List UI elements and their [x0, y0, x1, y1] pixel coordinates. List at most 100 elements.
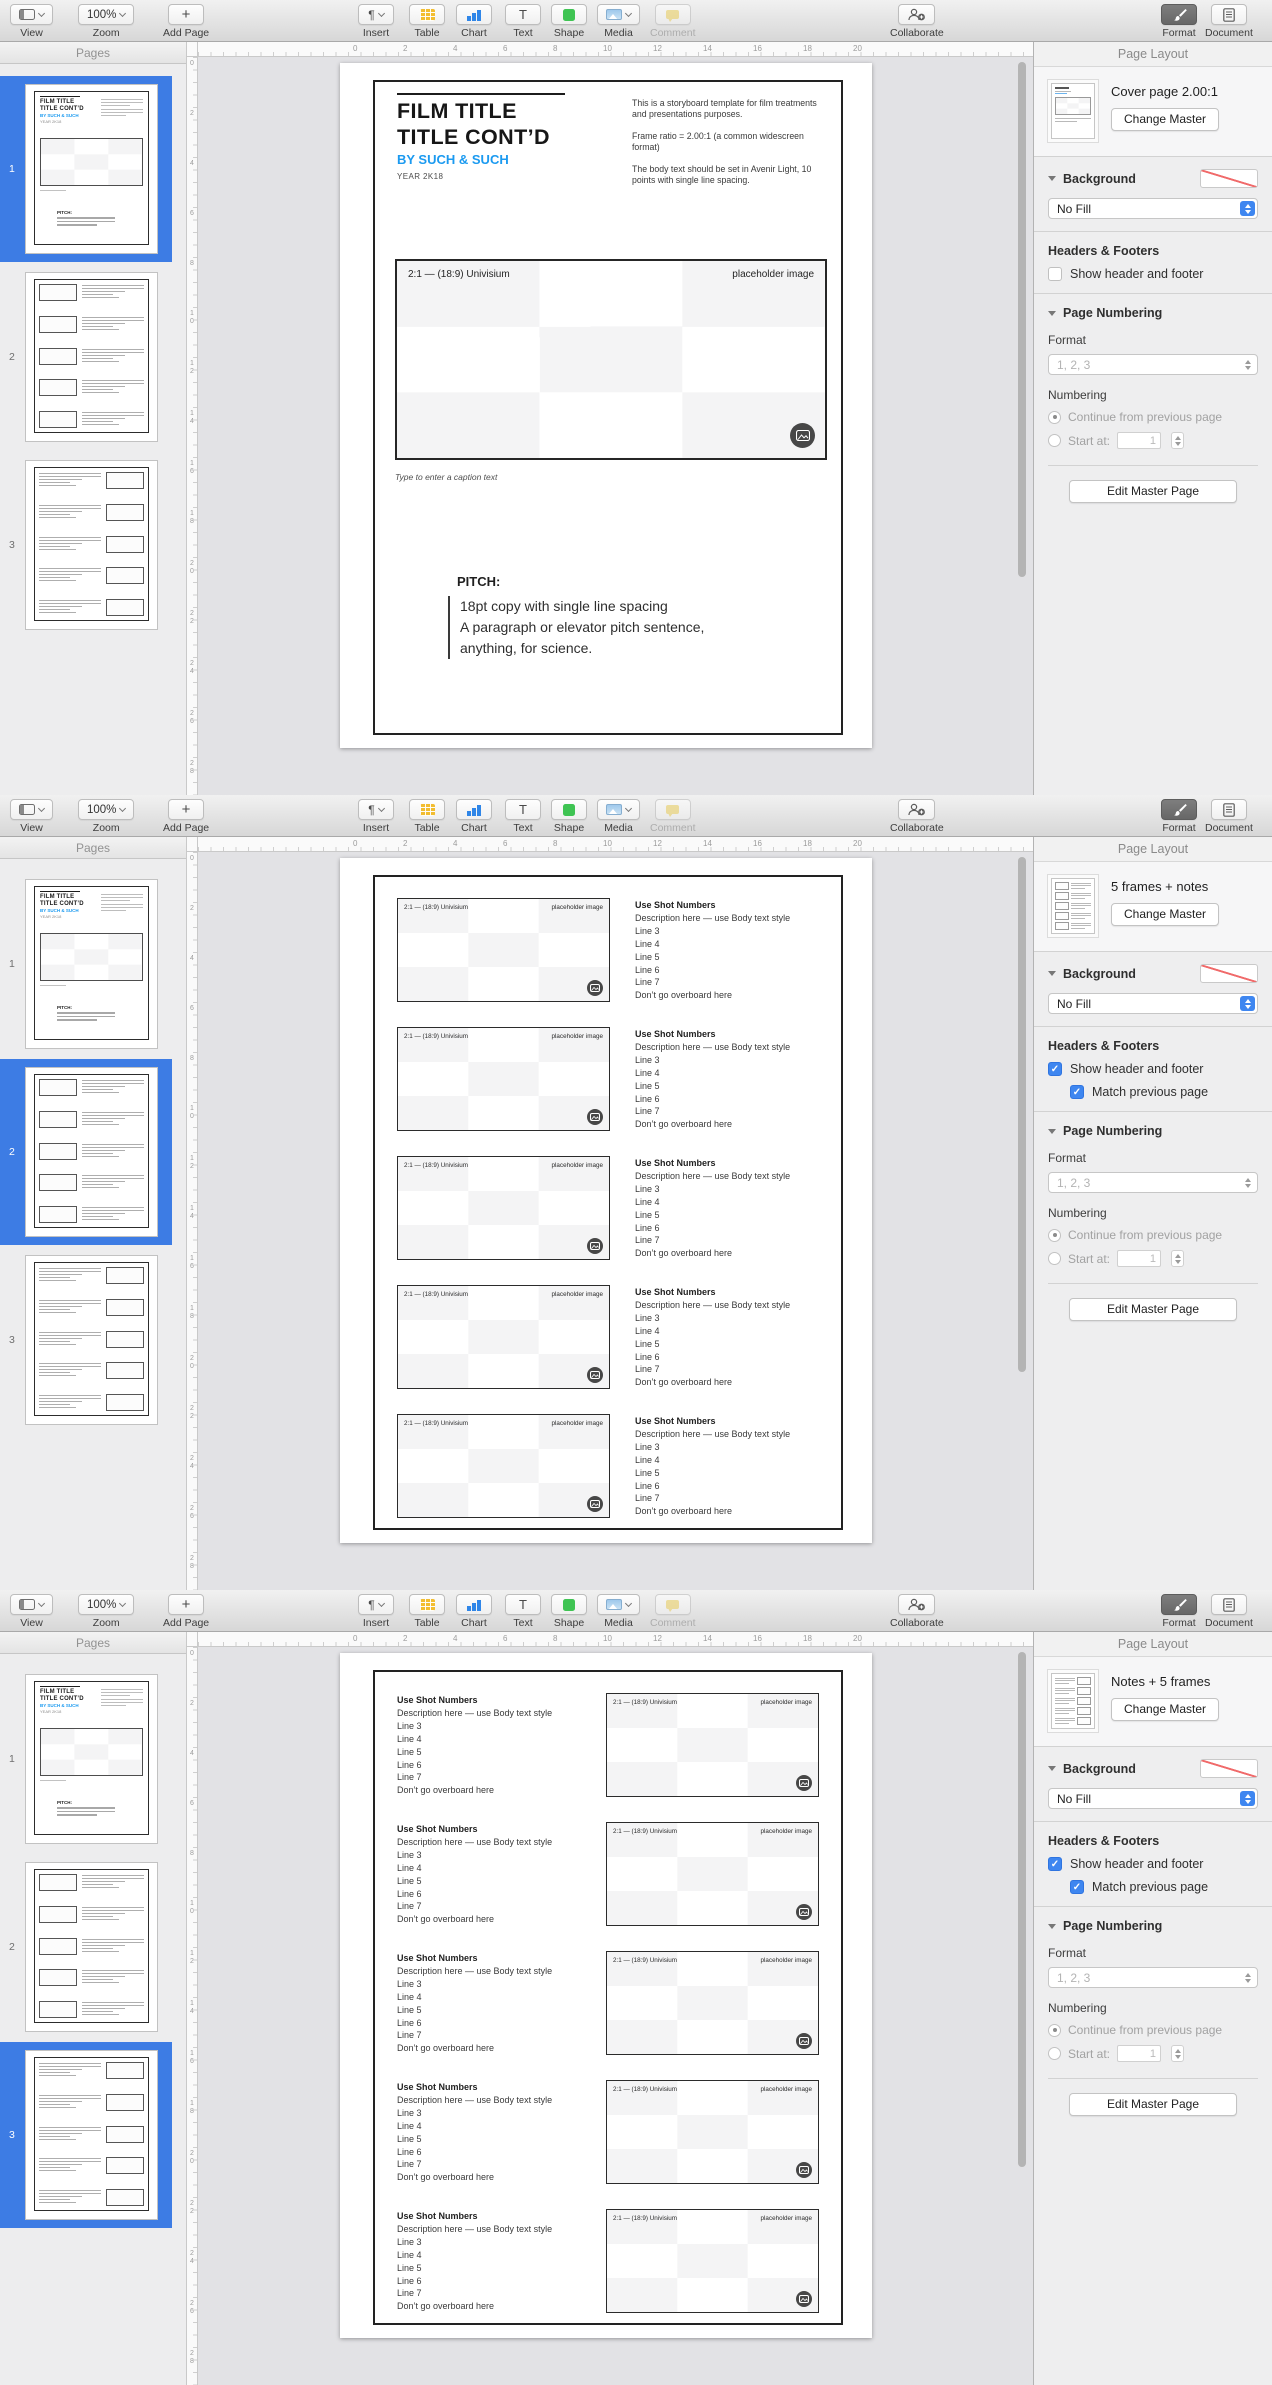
start-at-input[interactable]: 1	[1117, 432, 1162, 449]
media-button[interactable]: Media	[597, 4, 640, 39]
storyboard-frame-placeholder[interactable]: 2:1 — (18:9) Univisium placeholder image	[606, 2209, 819, 2313]
match-previous-row[interactable]: Match previous page	[1070, 1880, 1258, 1894]
media-placeholder-icon[interactable]	[796, 1904, 812, 1920]
media-placeholder-icon[interactable]	[790, 423, 815, 448]
film-title-text[interactable]: FILM TITLE TITLE CONT’D	[397, 98, 550, 150]
storyboard-frame-placeholder[interactable]: 2:1 — (18:9) Univisium placeholder image	[606, 1822, 819, 1926]
pitch-heading[interactable]: PITCH:	[457, 574, 500, 589]
storyboard-frame-placeholder[interactable]: 2:1 — (18:9) Univisium placeholder image	[397, 1027, 610, 1131]
show-header-row[interactable]: Show header and footer	[1048, 1857, 1258, 1871]
start-at-row[interactable]: Start at: 1	[1048, 2045, 1258, 2062]
page-thumbnail-1[interactable]: 1 FILM TITLE TITLE CONT’D BY SUCH & SUCH…	[0, 871, 172, 1057]
start-at-radio[interactable]	[1048, 434, 1061, 447]
chart-button[interactable]: Chart	[456, 4, 492, 39]
add-page-button[interactable]: + Add Page	[163, 4, 209, 39]
zoom-button[interactable]: 100% Zoom	[78, 4, 135, 39]
page-thumbnail-1[interactable]: 1 FILM TITLE TITLE CONT’D BY SUCH & SUCH…	[0, 1666, 172, 1852]
show-header-checkbox[interactable]	[1048, 1857, 1062, 1871]
vertical-scrollbar[interactable]	[1018, 857, 1026, 1372]
view-button[interactable]: View	[10, 799, 53, 834]
continue-radio[interactable]	[1048, 410, 1061, 424]
match-previous-row[interactable]: Match previous page	[1070, 1085, 1258, 1099]
storyboard-frame-placeholder[interactable]: 2:1 — (18:9) Univisium placeholder image	[397, 1414, 610, 1518]
media-placeholder-icon[interactable]	[587, 1496, 603, 1512]
background-fill-swatch[interactable]	[1200, 1759, 1258, 1778]
disclosure-triangle-icon[interactable]	[1048, 1128, 1056, 1134]
disclosure-triangle-icon[interactable]	[1048, 971, 1056, 976]
shot-notes-text[interactable]: Use Shot Numbers Description here — use …	[635, 1414, 819, 1518]
shot-notes-text[interactable]: Use Shot Numbers Description here — use …	[397, 1951, 606, 2055]
edit-master-page-button[interactable]: Edit Master Page	[1069, 2093, 1237, 2116]
media-button[interactable]: Media	[597, 1594, 640, 1629]
storyboard-frame-placeholder[interactable]: 2:1 — (18:9) Univisium placeholder image	[397, 898, 610, 1002]
media-placeholder-icon[interactable]	[587, 980, 603, 996]
format-button[interactable]: Format	[1161, 1594, 1197, 1629]
background-fill-swatch[interactable]	[1200, 964, 1258, 983]
zoom-button[interactable]: 100% Zoom	[78, 1594, 135, 1629]
vertical-scrollbar[interactable]	[1018, 62, 1026, 577]
byline-text[interactable]: BY SUCH & SUCH	[397, 152, 509, 167]
change-master-button[interactable]: Change Master	[1111, 1698, 1220, 1721]
edit-master-page-button[interactable]: Edit Master Page	[1069, 1298, 1237, 1321]
stepper-icon[interactable]	[1171, 1250, 1185, 1267]
text-button[interactable]: T Text	[505, 799, 541, 834]
number-format-select[interactable]: 1, 2, 3	[1048, 1172, 1258, 1193]
media-placeholder-icon[interactable]	[587, 1109, 603, 1125]
show-header-row[interactable]: Show header and footer	[1048, 267, 1258, 281]
continue-numbering-row[interactable]: Continue from previous page	[1048, 410, 1258, 424]
shape-button[interactable]: Shape	[551, 1594, 587, 1629]
match-previous-checkbox[interactable]	[1070, 1880, 1084, 1894]
table-button[interactable]: Table	[409, 799, 445, 834]
comment-button[interactable]: Comment	[650, 1594, 696, 1629]
media-placeholder-icon[interactable]	[796, 1775, 812, 1791]
start-at-row[interactable]: Start at: 1	[1048, 1250, 1258, 1267]
collaborate-button[interactable]: Collaborate	[890, 4, 944, 39]
caption-placeholder[interactable]: Type to enter a caption text	[395, 472, 497, 482]
edit-master-page-button[interactable]: Edit Master Page	[1069, 480, 1237, 503]
storyboard-frame-placeholder[interactable]: 2:1 — (18:9) Univisium placeholder image	[606, 2080, 819, 2184]
add-page-button[interactable]: + Add Page	[163, 1594, 209, 1629]
collaborate-button[interactable]: Collaborate	[890, 1594, 944, 1629]
page-thumbnail-3[interactable]: 3	[0, 1247, 172, 1433]
document-button[interactable]: Document	[1205, 1594, 1253, 1629]
continue-radio[interactable]	[1048, 2023, 1061, 2037]
shot-notes-text[interactable]: Use Shot Numbers Description here — use …	[635, 1285, 819, 1389]
background-fill-select[interactable]: No Fill	[1048, 1788, 1258, 1809]
storyboard-frame-placeholder[interactable]: 2:1 — (18:9) Univisium placeholder image	[606, 1693, 819, 1797]
text-button[interactable]: T Text	[505, 1594, 541, 1629]
start-at-radio[interactable]	[1048, 1252, 1061, 1265]
media-placeholder-icon[interactable]	[587, 1238, 603, 1254]
shape-button[interactable]: Shape	[551, 4, 587, 39]
show-header-checkbox[interactable]	[1048, 1062, 1062, 1076]
shot-notes-text[interactable]: Use Shot Numbers Description here — use …	[635, 1156, 819, 1260]
storyboard-frame-placeholder[interactable]: 2:1 — (18:9) Univisium placeholder image	[397, 1285, 610, 1389]
background-fill-select[interactable]: No Fill	[1048, 198, 1258, 219]
continue-numbering-row[interactable]: Continue from previous page	[1048, 1228, 1258, 1242]
disclosure-triangle-icon[interactable]	[1048, 176, 1056, 181]
show-header-row[interactable]: Show header and footer	[1048, 1062, 1258, 1076]
number-format-select[interactable]: 1, 2, 3	[1048, 1967, 1258, 1988]
format-button[interactable]: Format	[1161, 799, 1197, 834]
change-master-button[interactable]: Change Master	[1111, 108, 1220, 131]
view-button[interactable]: View	[10, 4, 53, 39]
insert-button[interactable]: ¶ Insert	[358, 799, 394, 834]
disclosure-triangle-icon[interactable]	[1048, 1923, 1056, 1929]
background-fill-select[interactable]: No Fill	[1048, 993, 1258, 1014]
page-thumbnail-2[interactable]: 2	[0, 1854, 172, 2040]
shot-notes-text[interactable]: Use Shot Numbers Description here — use …	[397, 1693, 606, 1797]
table-button[interactable]: Table	[409, 4, 445, 39]
pitch-quote[interactable]: 18pt copy with single line spacing A par…	[448, 596, 704, 659]
page-thumbnail-3[interactable]: 3	[0, 2042, 172, 2228]
vertical-scrollbar[interactable]	[1018, 1652, 1026, 2167]
table-button[interactable]: Table	[409, 1594, 445, 1629]
page-thumbnail-1[interactable]: 1 FILM TITLE TITLE CONT’D BY SUCH & SUCH…	[0, 76, 172, 262]
chart-button[interactable]: Chart	[456, 799, 492, 834]
media-placeholder-icon[interactable]	[796, 2033, 812, 2049]
background-fill-swatch[interactable]	[1200, 169, 1258, 188]
number-format-select[interactable]: 1, 2, 3	[1048, 354, 1258, 375]
collaborate-button[interactable]: Collaborate	[890, 799, 944, 834]
continue-radio[interactable]	[1048, 1228, 1061, 1242]
zoom-button[interactable]: 100% Zoom	[78, 799, 135, 834]
comment-button[interactable]: Comment	[650, 4, 696, 39]
show-header-checkbox[interactable]	[1048, 267, 1062, 281]
